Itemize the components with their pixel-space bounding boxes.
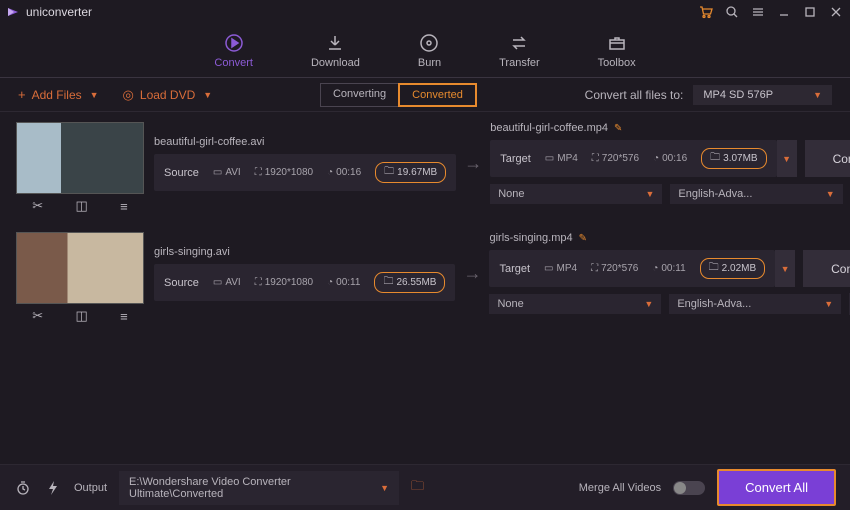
file-row: ✂ ◫ ≡ girls-singing.avi Source ▭ AVI ⛶ 1… bbox=[16, 232, 834, 328]
trim-icon[interactable]: ✂ bbox=[32, 198, 43, 214]
disc-icon: ◎ bbox=[123, 87, 134, 103]
resolution-icon: ⛶ 1920*1080 bbox=[255, 167, 313, 178]
source-filename: girls-singing.avi bbox=[154, 246, 230, 258]
target-filename: beautiful-girl-coffee.mp4 bbox=[490, 122, 608, 134]
chevron-down-icon: ▼ bbox=[813, 90, 822, 100]
edit-icon[interactable]: ✎ bbox=[614, 123, 622, 134]
app-logo-icon bbox=[6, 5, 20, 19]
burn-icon bbox=[419, 33, 439, 53]
toolbar-right: Convert all files to: MP4 SD 576P ▼ bbox=[585, 85, 832, 105]
titlebar-left: uniconverter bbox=[6, 5, 92, 19]
file-row: ✂ ◫ ≡ beautiful-girl-coffee.avi Source ▭… bbox=[16, 122, 834, 218]
status-tabs: Converting Converted bbox=[320, 83, 477, 107]
titlebar-right bbox=[698, 4, 844, 20]
target-info: Target ▭ MP4 ⛶ 720*576 ◔ 00:16 🗀 3.07MB bbox=[490, 140, 776, 177]
nav-download[interactable]: Download bbox=[311, 33, 360, 69]
menu-icon[interactable] bbox=[750, 4, 766, 20]
subtitle-select[interactable]: None▼ bbox=[489, 294, 661, 314]
app-name: uniconverter bbox=[26, 5, 92, 19]
tab-converted[interactable]: Converted bbox=[398, 83, 477, 107]
effects-icon[interactable]: ≡ bbox=[120, 199, 128, 214]
merge-label: Merge All Videos bbox=[579, 482, 661, 494]
open-folder-icon[interactable]: 🗀 bbox=[411, 477, 424, 499]
bottom-bar: Output E:\Wondershare Video Converter Ul… bbox=[0, 464, 850, 510]
schedule-icon[interactable] bbox=[14, 479, 32, 497]
cart-icon[interactable] bbox=[698, 4, 714, 20]
toolbar-left: + Add Files ▼ ◎ Load DVD ▼ bbox=[18, 87, 212, 103]
load-dvd-button[interactable]: ◎ Load DVD ▼ bbox=[123, 87, 213, 103]
convert-all-button[interactable]: Convert All bbox=[717, 469, 836, 506]
maximize-icon[interactable] bbox=[802, 4, 818, 20]
transfer-icon bbox=[509, 33, 529, 53]
output-path-select[interactable]: E:\Wondershare Video Converter Ultimate\… bbox=[119, 471, 399, 505]
titlebar: uniconverter bbox=[0, 0, 850, 24]
source-info: Source ▭ AVI ⛶ 1920*1080 ◔ 00:11 🗀 26.55… bbox=[154, 264, 455, 301]
output-format-select[interactable]: MP4 SD 576P ▼ bbox=[693, 85, 832, 105]
target-size: 🗀 2.02MB bbox=[700, 258, 765, 279]
tab-converting[interactable]: Converting bbox=[320, 83, 398, 107]
convert-button[interactable]: Convert bbox=[803, 250, 850, 287]
chevron-down-icon: ▼ bbox=[203, 90, 212, 100]
edit-icon[interactable]: ✎ bbox=[579, 233, 587, 244]
source-size: 🗀 19.67MB bbox=[375, 162, 446, 183]
plus-icon: + bbox=[18, 87, 26, 102]
target-format-chevron[interactable]: ▼ bbox=[775, 250, 795, 287]
add-files-button[interactable]: + Add Files ▼ bbox=[18, 87, 99, 102]
merge-toggle[interactable] bbox=[673, 481, 705, 495]
crop-icon[interactable]: ◫ bbox=[75, 198, 87, 214]
duration-icon: ◔ 00:16 bbox=[327, 167, 361, 178]
arrow-right-icon: → bbox=[456, 153, 490, 174]
search-icon[interactable] bbox=[724, 4, 740, 20]
target-info: Target ▭ MP4 ⛶ 720*576 ◔ 00:11 🗀 2.02MB bbox=[489, 250, 775, 287]
download-icon bbox=[325, 33, 345, 53]
output-label: Output bbox=[74, 482, 107, 494]
toolbox-icon bbox=[607, 33, 627, 53]
format-icon: ▭ AVI bbox=[213, 167, 241, 178]
source-info: Source ▭ AVI ⛶ 1920*1080 ◔ 00:16 🗀 19.67… bbox=[154, 154, 456, 191]
nav-burn[interactable]: Burn bbox=[418, 33, 441, 69]
crop-icon[interactable]: ◫ bbox=[75, 308, 87, 324]
close-icon[interactable] bbox=[828, 4, 844, 20]
nav-convert[interactable]: Convert bbox=[214, 33, 253, 69]
source-filename: beautiful-girl-coffee.avi bbox=[154, 136, 264, 148]
chevron-down-icon: ▼ bbox=[380, 483, 389, 493]
convert-all-to-label: Convert all files to: bbox=[585, 88, 684, 102]
chevron-down-icon: ▼ bbox=[90, 90, 99, 100]
audio-select[interactable]: English-Adva...▼ bbox=[669, 294, 841, 314]
arrow-right-icon: → bbox=[455, 263, 489, 284]
toolbar: + Add Files ▼ ◎ Load DVD ▼ Converting Co… bbox=[0, 78, 850, 112]
source-size: 🗀 26.55MB bbox=[374, 272, 445, 293]
convert-button[interactable]: Convert bbox=[805, 140, 850, 177]
main-nav: Convert Download Burn Transfer Toolbox bbox=[0, 24, 850, 78]
target-size: 🗀 3.07MB bbox=[701, 148, 766, 169]
nav-transfer[interactable]: Transfer bbox=[499, 33, 540, 69]
convert-icon bbox=[224, 33, 244, 53]
video-thumbnail[interactable] bbox=[16, 122, 144, 194]
target-format-chevron[interactable]: ▼ bbox=[777, 140, 797, 177]
subtitle-select[interactable]: None▼ bbox=[490, 184, 662, 204]
gpu-icon[interactable] bbox=[44, 479, 62, 497]
target-filename: girls-singing.mp4 bbox=[489, 232, 572, 244]
file-list: ✂ ◫ ≡ beautiful-girl-coffee.avi Source ▭… bbox=[0, 112, 850, 440]
effects-icon[interactable]: ≡ bbox=[120, 309, 128, 324]
minimize-icon[interactable] bbox=[776, 4, 792, 20]
nav-toolbox[interactable]: Toolbox bbox=[598, 33, 636, 69]
trim-icon[interactable]: ✂ bbox=[32, 308, 43, 324]
video-thumbnail[interactable] bbox=[16, 232, 144, 304]
audio-select[interactable]: English-Adva...▼ bbox=[670, 184, 842, 204]
